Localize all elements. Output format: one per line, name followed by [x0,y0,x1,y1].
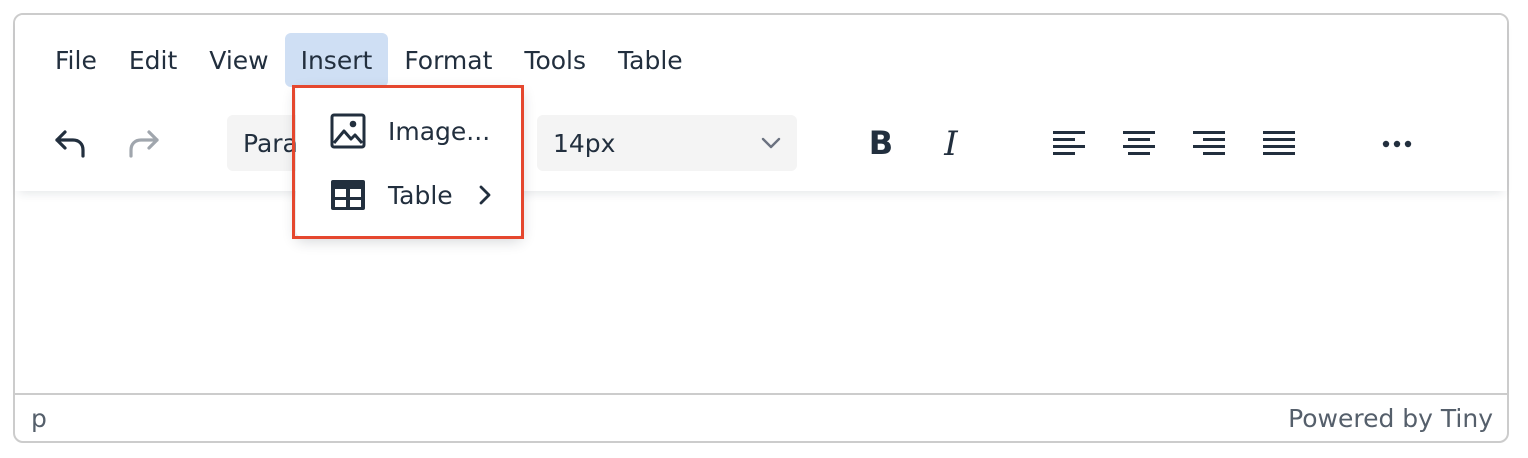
svg-text:I: I [943,124,958,163]
align-left-icon [1053,131,1085,155]
block-format-value: Para [243,128,298,158]
menu-table[interactable]: Table [602,33,699,87]
more-button[interactable] [1369,115,1425,171]
align-justify-button[interactable] [1251,115,1307,171]
editor-content-area[interactable] [15,191,1507,393]
chevron-down-icon [761,137,781,149]
svg-text:B: B [869,124,893,162]
undo-button[interactable] [43,115,99,171]
align-center-icon [1123,131,1155,155]
editor-header: File Edit View Insert Format Tools Table… [15,15,1507,191]
menu-edit[interactable]: Edit [113,33,193,87]
menu-format[interactable]: Format [388,33,508,87]
align-right-icon [1193,131,1225,155]
align-center-button[interactable] [1111,115,1167,171]
align-right-button[interactable] [1181,115,1237,171]
insert-table-item[interactable]: Table [296,165,522,225]
font-size-select[interactable]: 14px [537,115,797,171]
more-icon [1382,140,1412,148]
bold-icon: B [869,124,893,162]
editor-container: File Edit View Insert Format Tools Table… [13,13,1509,443]
insert-table-label: Table [388,180,453,210]
menu-tools[interactable]: Tools [508,33,602,87]
chevron-right-icon [479,185,491,205]
font-size-value: 14px [553,128,616,158]
italic-icon: I [943,124,958,163]
statusbar: p Powered by Tiny [15,393,1507,441]
insert-menu-dropdown: Image... Table [296,87,522,237]
undo-icon [55,130,85,158]
table-icon [328,175,368,215]
align-left-button[interactable] [1041,115,1097,171]
redo-icon [129,130,159,158]
redo-button[interactable] [115,115,171,171]
menu-file[interactable]: File [39,33,113,87]
menubar: File Edit View Insert Format Tools Table [39,33,699,87]
branding-link[interactable]: Powered by Tiny [1288,404,1493,433]
insert-image-label: Image... [388,116,491,146]
menu-view[interactable]: View [193,33,284,87]
bold-button[interactable]: B [853,115,909,171]
insert-image-item[interactable]: Image... [296,101,522,161]
menu-insert[interactable]: Insert [284,33,389,87]
image-icon [328,111,368,151]
element-path[interactable]: p [31,404,47,433]
italic-button[interactable]: I [923,115,979,171]
align-justify-icon [1263,131,1295,155]
